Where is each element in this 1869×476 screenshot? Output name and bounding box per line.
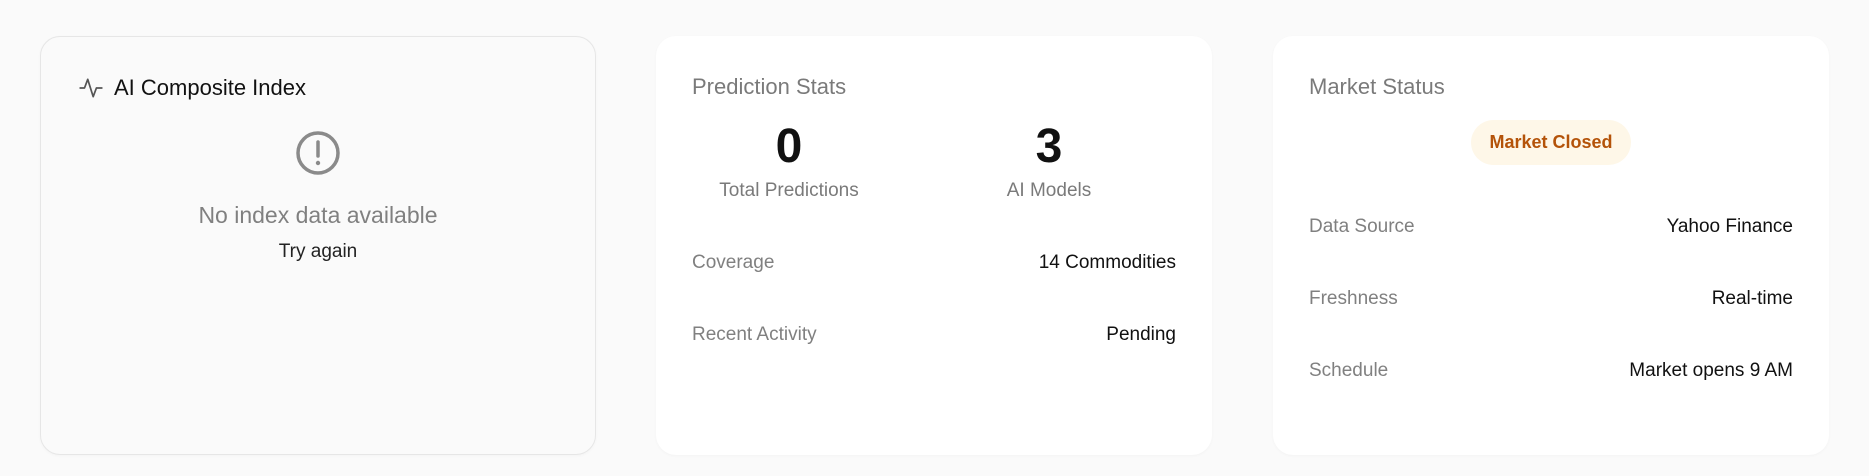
stat-value: 3: [1035, 120, 1063, 173]
stat-label: Total Predictions: [719, 180, 859, 202]
activity-pulse-icon: [78, 75, 104, 101]
stats-card-title: Prediction Stats: [692, 74, 847, 99]
prediction-stats-card: Prediction Stats 0 Total Predictions 3 A…: [656, 36, 1212, 455]
market-status-badge-wrap: Market Closed: [1273, 120, 1829, 165]
row-value: Pending: [1106, 324, 1176, 345]
empty-state-message: No index data available: [198, 202, 438, 228]
row-key: Schedule: [1309, 360, 1389, 381]
market-status-card: Market Status Market Closed Data Source …: [1273, 36, 1829, 455]
row-value: 14 Commodities: [1038, 252, 1176, 273]
total-predictions-stat: 0 Total Predictions: [659, 116, 919, 202]
coverage-row: Coverage 14 Commodities: [692, 252, 1176, 274]
ai-composite-index-card: AI Composite Index No index data availab…: [40, 36, 596, 455]
schedule-row: Schedule Market opens 9 AM: [1309, 360, 1793, 382]
market-status-badge: Market Closed: [1471, 120, 1631, 165]
alert-circle-icon: [294, 129, 342, 177]
data-source-row: Data Source Yahoo Finance: [1309, 216, 1793, 238]
try-again-button[interactable]: Try again: [279, 241, 358, 263]
row-key: Data Source: [1309, 216, 1415, 237]
stat-label: AI Models: [1006, 180, 1092, 202]
row-value: Real-time: [1711, 288, 1793, 309]
row-key: Freshness: [1309, 288, 1398, 309]
row-value: Yahoo Finance: [1666, 216, 1793, 237]
market-card-title: Market Status: [1309, 74, 1445, 99]
stat-value: 0: [775, 120, 803, 173]
row-key: Recent Activity: [692, 324, 817, 345]
index-card-header: AI Composite Index: [78, 75, 306, 101]
freshness-row: Freshness Real-time: [1309, 288, 1793, 310]
index-empty-state: No index data available Try again: [41, 129, 595, 263]
recent-activity-row: Recent Activity Pending: [692, 324, 1176, 346]
index-card-title: AI Composite Index: [114, 75, 306, 100]
row-value: Market opens 9 AM: [1629, 360, 1793, 381]
row-key: Coverage: [692, 252, 775, 273]
ai-models-stat: 3 AI Models: [919, 116, 1179, 202]
dashboard-cards: AI Composite Index No index data availab…: [0, 0, 1869, 476]
